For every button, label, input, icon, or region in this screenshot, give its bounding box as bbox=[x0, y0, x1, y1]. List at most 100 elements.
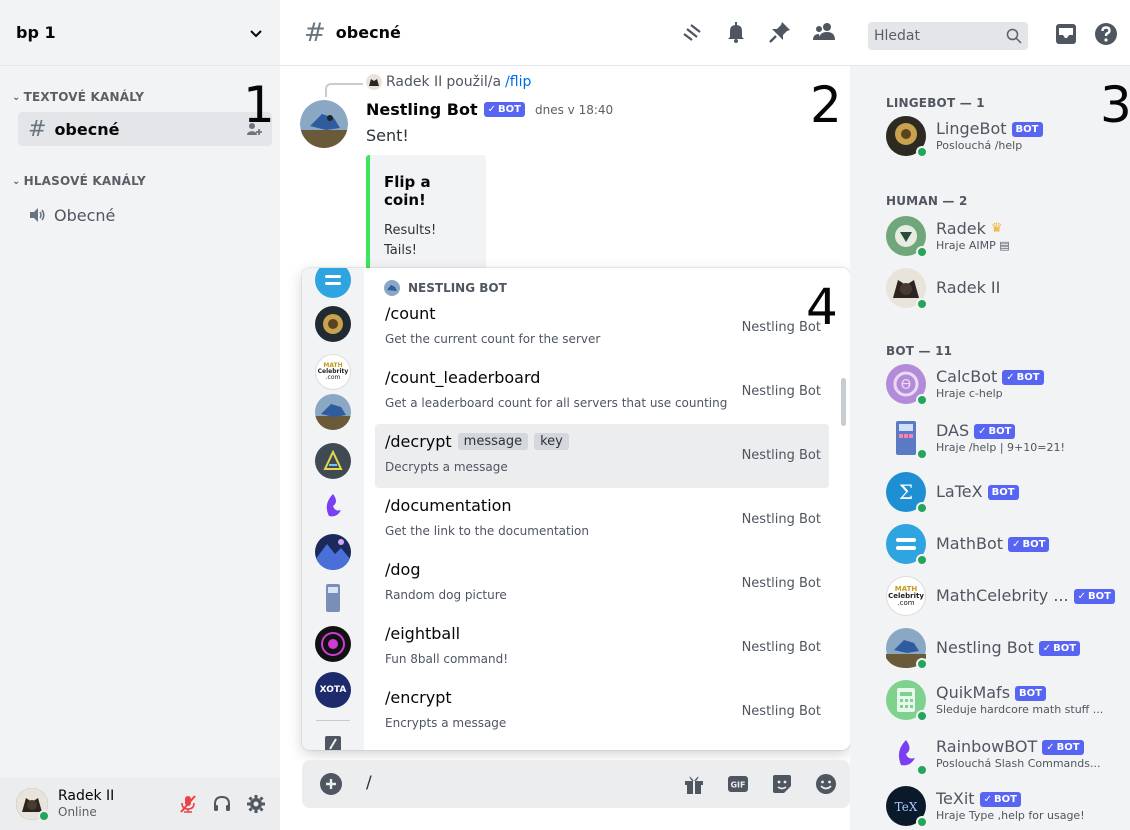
member-name: LingeBot bbox=[936, 119, 1007, 139]
members-icon[interactable] bbox=[812, 20, 836, 44]
gif-icon[interactable]: GIF bbox=[726, 772, 750, 796]
voice-channel-obecne[interactable]: Obecné bbox=[18, 198, 272, 232]
gift-icon[interactable] bbox=[682, 772, 706, 796]
server-header[interactable]: bp 1 bbox=[0, 0, 280, 66]
inbox-icon[interactable] bbox=[1053, 21, 1079, 47]
message-timestamp: dnes v 18:40 bbox=[534, 102, 614, 117]
reply-verb: použil/a bbox=[446, 74, 502, 90]
user-name: Radek II bbox=[58, 788, 115, 805]
member-rainbowbot[interactable]: RainbowBOT ✓ BOT Poslouchá Slash Commands..… bbox=[886, 734, 1126, 776]
member-list: 3 LINGEBOT — 1 LingeBot BOT Poslouchá /hel… bbox=[850, 66, 1130, 830]
nestlingbot-app-icon[interactable] bbox=[315, 394, 351, 430]
member-name: CalcBot bbox=[936, 367, 998, 387]
microphone-muted-icon[interactable] bbox=[178, 794, 198, 814]
member-latex[interactable]: Σ LaTeX BOT bbox=[886, 472, 1126, 514]
slash-app-icon[interactable] bbox=[315, 732, 351, 750]
das-app-icon[interactable] bbox=[315, 580, 351, 616]
command-option-count[interactable]: /count Get the current count for the ser… bbox=[375, 296, 829, 360]
rainbowbot-app-icon[interactable] bbox=[315, 488, 351, 524]
sticker-icon[interactable] bbox=[770, 772, 794, 796]
check-icon: ✓ bbox=[487, 104, 497, 115]
member-name: MathCelebrity ... bbox=[936, 586, 1069, 605]
command-option-dog[interactable]: /dog Random dog picture Nestling Bot bbox=[375, 552, 829, 616]
avatar: ϴ bbox=[886, 364, 928, 406]
member-name: MathBot bbox=[936, 534, 1004, 553]
category-voice-channels[interactable]: ⌄ HLASOVÉ KANÁLY bbox=[12, 174, 146, 188]
message-input[interactable]: / bbox=[366, 773, 372, 793]
svg-text:ϴ: ϴ bbox=[901, 378, 911, 393]
avatar bbox=[886, 116, 928, 158]
threads-icon[interactable] bbox=[680, 20, 704, 44]
command-option-eightball[interactable]: /eightball Fun 8ball command! Nestling B… bbox=[375, 616, 829, 680]
command-option-encrypt[interactable]: /encrypt Encrypts a message Nestling Bot bbox=[375, 680, 829, 744]
mathcelebrity-app-icon[interactable]: MATH Celebrity .com bbox=[315, 354, 351, 390]
landscape-app-icon[interactable] bbox=[315, 534, 351, 570]
online-status-dot bbox=[916, 816, 928, 828]
chevron-down-icon[interactable] bbox=[248, 25, 264, 41]
command-option-decrypt[interactable]: /decrypt message key Decrypts a message … bbox=[375, 424, 829, 488]
command-option-key[interactable]: key bbox=[534, 433, 569, 450]
verified-bot-badge: ✓ BOT bbox=[1073, 588, 1115, 604]
help-icon[interactable] bbox=[1093, 21, 1119, 47]
lingebot-app-icon[interactable] bbox=[315, 306, 351, 342]
pin-icon[interactable] bbox=[768, 20, 792, 44]
command-option-documentation[interactable]: /documentation Get the link to the docum… bbox=[375, 488, 829, 552]
member-name: Radek II bbox=[936, 278, 1001, 297]
online-status-dot bbox=[916, 298, 928, 310]
mathbot-app-icon[interactable] bbox=[315, 268, 351, 298]
bot-badge: BOT bbox=[1011, 121, 1043, 137]
app-rail: MATH Celebrity .com XOTA bbox=[302, 268, 364, 750]
avatar bbox=[886, 268, 928, 310]
eightball-app-icon[interactable] bbox=[315, 626, 351, 662]
search-input[interactable]: Hledat bbox=[868, 22, 1028, 50]
command-option-message[interactable]: message bbox=[457, 433, 529, 450]
add-attachment-icon[interactable] bbox=[320, 773, 342, 795]
avatar bbox=[886, 628, 928, 670]
member-activity: Sleduje hardcore math stuff ... bbox=[936, 703, 1104, 717]
avatar[interactable] bbox=[16, 788, 50, 822]
member-name: Nestling Bot bbox=[936, 638, 1034, 657]
verified-bot-badge: ✓ BOT bbox=[1002, 369, 1044, 385]
online-status-dot bbox=[916, 448, 928, 460]
verified-bot-badge: ✓ BOT bbox=[979, 791, 1021, 807]
verified-bot-badge: ✓ BOT bbox=[1038, 640, 1081, 656]
message-author[interactable]: Nestling Bot bbox=[366, 100, 478, 119]
command-source: Nestling Bot bbox=[741, 384, 821, 399]
headphones-icon[interactable] bbox=[212, 794, 232, 814]
member-calcbot[interactable]: ϴ CalcBot ✓ BOT Hraje c-help bbox=[886, 364, 1126, 406]
member-mathbot[interactable]: MathBot ✓ BOT bbox=[886, 524, 1126, 566]
server-name: bp 1 bbox=[16, 23, 56, 42]
member-lingebot[interactable]: LingeBot BOT Poslouchá /help bbox=[886, 116, 1126, 158]
online-status-dot bbox=[916, 710, 928, 722]
message-text: Sent! bbox=[366, 126, 409, 145]
reply-command[interactable]: /flip bbox=[505, 74, 531, 90]
xota-app-icon[interactable]: XOTA bbox=[315, 672, 351, 708]
member-texit[interactable]: TeX TeXit ✓ BOT Hraje Type ,help for usage! bbox=[886, 786, 1126, 828]
caret-icon: ⌄ bbox=[12, 91, 21, 103]
channel-sidebar: bp 1 ⌄ TEXTOVÉ KANÁLY # obecné 1 ⌄ HLASO… bbox=[0, 0, 280, 830]
channel-item-obecne[interactable]: # obecné bbox=[18, 112, 272, 146]
member-radek[interactable]: Radek ♛ Hraje AIMP ▤ bbox=[886, 216, 1126, 258]
channel-label: obecné bbox=[54, 119, 120, 139]
online-status-dot bbox=[916, 658, 928, 670]
category-text-channels[interactable]: ⌄ TEXTOVÉ KANÁLY bbox=[12, 90, 144, 104]
member-nestling-bot[interactable]: Nestling Bot ✓ BOT bbox=[886, 628, 1126, 670]
gear-icon[interactable] bbox=[246, 794, 266, 814]
verified-bot-badge: ✓ BOT bbox=[1008, 536, 1050, 552]
bell-icon[interactable] bbox=[724, 20, 748, 44]
message-composer[interactable]: / GIF bbox=[302, 760, 850, 808]
member-das[interactable]: DAS ✓ BOT Hraje /help | 9+10=21! bbox=[886, 418, 1126, 460]
avatar bbox=[886, 734, 928, 776]
member-mathcelebrity[interactable]: MATH Celebrity .com MathCelebrity ... ✓ BOT bbox=[886, 576, 1126, 616]
calcbot-app-icon[interactable] bbox=[315, 443, 351, 479]
member-quikmafs[interactable]: QuikMafs BOT Sleduje hardcore math stuff .… bbox=[886, 680, 1126, 722]
avatar: MATH Celebrity .com bbox=[886, 576, 926, 616]
emoji-icon[interactable] bbox=[814, 772, 838, 796]
command-option-count-leaderboard[interactable]: /count_leaderboard Get a leaderboard cou… bbox=[375, 360, 829, 424]
member-activity: Hraje c-help bbox=[936, 387, 1003, 401]
interaction-reference[interactable]: Radek II použil/a/flip bbox=[366, 74, 531, 90]
autocomplete-scrollbar[interactable] bbox=[841, 378, 846, 426]
avatar[interactable] bbox=[300, 100, 348, 148]
search-placeholder: Hledat bbox=[874, 28, 920, 44]
member-radek-ii[interactable]: Radek II bbox=[886, 268, 1126, 310]
